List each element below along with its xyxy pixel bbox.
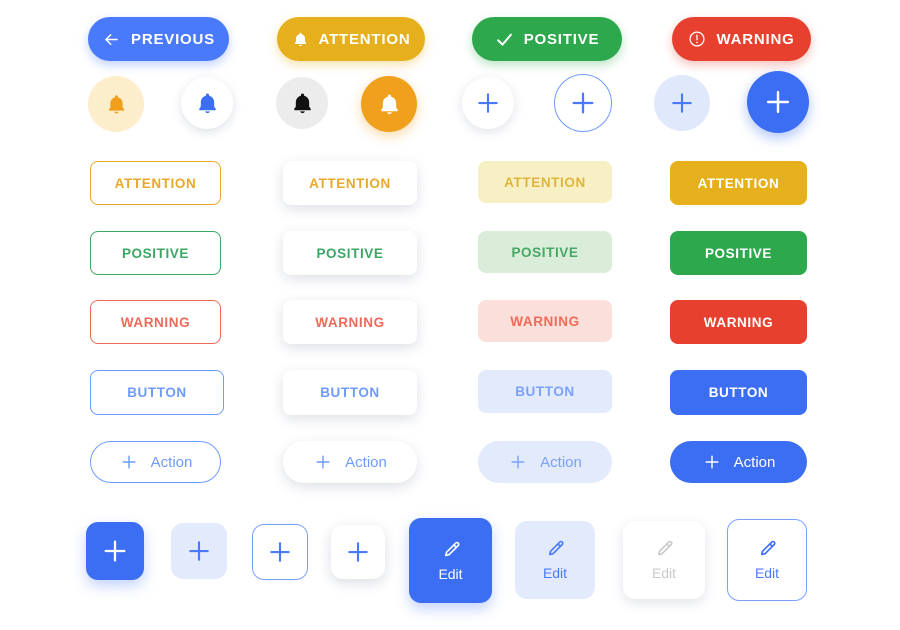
pencil-icon [756,539,778,561]
edit-tile-label: Edit [754,565,780,581]
tile-plus-solid[interactable] [86,522,144,580]
bell-circle-cream[interactable] [88,76,144,132]
tile-edit-outline[interactable]: Edit [727,519,807,601]
bell-circle-white[interactable] [181,77,233,129]
bell-circle-gray[interactable] [276,77,328,129]
attention-button-label: ATTENTION [504,174,586,190]
attention-button-label: ATTENTION [309,175,391,191]
edit-tile-label: Edit [438,565,463,582]
warning-button-label: WARNING [120,314,191,330]
plus-icon [119,452,139,472]
plus-circle-blue[interactable] [747,71,809,133]
arrow-left-icon [102,30,121,49]
button-button-outline[interactable]: BUTTON [90,370,224,415]
positive-button-tint[interactable]: POSITIVE [478,231,612,273]
plus-icon [99,535,131,567]
plus-circle-white[interactable] [462,77,514,129]
bell-icon [290,91,315,116]
button-button-solid[interactable]: BUTTON [670,370,807,415]
button-button-label: BUTTON [515,384,575,399]
attention-button-shadow[interactable]: ATTENTION [283,161,417,205]
positive-button-solid[interactable]: POSITIVE [670,231,807,275]
pill-label: WARNING [716,30,795,48]
warning-button-label: WARNING [510,313,580,329]
pencil-icon [440,540,462,562]
plus-icon [508,452,528,472]
exclamation-circle-icon [688,30,706,48]
action-button-label: Action [150,453,193,471]
warning-button-solid[interactable]: WARNING [670,300,807,344]
positive-button-shadow[interactable]: POSITIVE [283,231,417,275]
bell-icon [292,31,309,48]
warning-button-outline[interactable]: WARNING [90,300,221,344]
pill-label: PREVIOUS [131,30,215,48]
action-shadow[interactable]: Action [283,441,417,483]
attention-button-tint[interactable]: ATTENTION [478,161,612,203]
button-button-label: BUTTON [127,385,187,400]
positive-button-label: POSITIVE [511,244,579,260]
action-tint[interactable]: Action [478,441,612,483]
pill-label: ATTENTION [318,30,411,48]
plus-circle-outline[interactable] [554,74,612,132]
pill-button-positive[interactable]: POSITIVE [472,17,622,61]
action-button-label: Action [540,453,582,471]
action-outline[interactable]: Action [90,441,221,483]
positive-button-label: POSITIVE [121,245,190,261]
pill-label: POSITIVE [523,30,600,48]
warning-button-shadow[interactable]: WARNING [283,300,417,344]
plus-circle-tint[interactable] [654,75,710,131]
tile-edit-solid[interactable]: Edit [409,518,492,603]
attention-button-outline[interactable]: ATTENTION [90,161,221,205]
warning-button-tint[interactable]: WARNING [478,300,612,342]
plus-icon [343,537,373,567]
button-gallery-canvas: PREVIOUS ATTENTION POSITIVE WARNING ATTENTIO… [0,0,900,630]
bell-icon [195,91,220,116]
plus-icon [184,536,214,566]
pencil-icon [544,539,566,561]
bell-circle-orange[interactable] [361,76,417,132]
positive-button-label: POSITIVE [316,245,384,261]
pill-button-attention[interactable]: ATTENTION [277,17,425,61]
action-solid[interactable]: Action [670,441,807,483]
positive-button-outline[interactable]: POSITIVE [90,231,221,275]
positive-button-label: POSITIVE [704,245,773,261]
plus-icon [473,88,503,118]
action-button-label: Action [345,453,387,471]
pill-button-previous[interactable]: PREVIOUS [88,17,229,61]
tile-plus-tint[interactable] [171,523,227,579]
button-button-tint[interactable]: BUTTON [478,370,612,413]
warning-button-label: WARNING [703,314,774,330]
plus-icon [313,452,333,472]
warning-button-label: WARNING [315,314,385,330]
tile-plus-white[interactable] [331,525,385,579]
check-icon [495,30,514,49]
tile-edit-disabled[interactable]: Edit [623,521,705,599]
plus-icon [761,85,795,119]
button-button-label: BUTTON [320,385,380,400]
bell-icon [377,92,402,117]
tile-plus-outline[interactable] [252,524,308,580]
attention-button-label: ATTENTION [697,175,780,191]
pill-button-warning[interactable]: WARNING [672,17,811,61]
attention-button-solid[interactable]: ATTENTION [670,161,807,205]
edit-tile-label: Edit [542,565,568,581]
button-button-shadow[interactable]: BUTTON [283,370,417,415]
button-button-label: BUTTON [708,385,769,400]
plus-icon [667,88,697,118]
plus-icon [567,87,599,119]
pencil-icon [653,539,675,561]
edit-tile-label: Edit [651,565,677,581]
bell-icon [105,93,128,116]
attention-button-label: ATTENTION [114,175,197,191]
plus-icon [702,452,722,472]
tile-edit-tint[interactable]: Edit [515,521,595,599]
plus-icon [265,537,295,567]
action-button-label: Action [733,453,776,471]
